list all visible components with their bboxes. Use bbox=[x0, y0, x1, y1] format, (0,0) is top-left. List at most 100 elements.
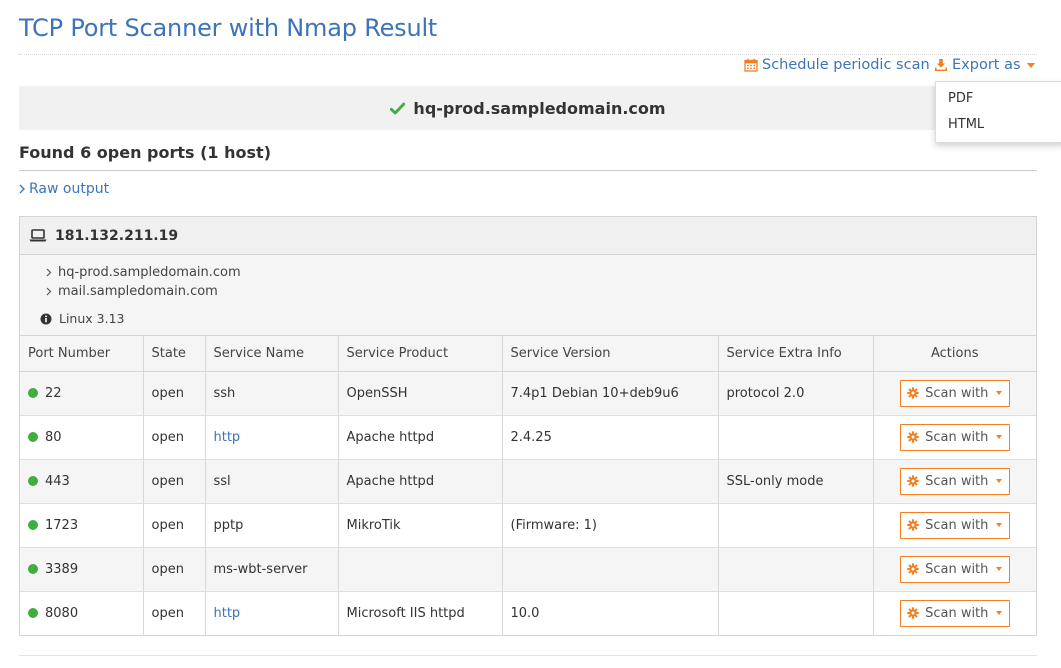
status-open-dot-icon bbox=[28, 476, 38, 486]
scan-with-button[interactable]: Scan with bbox=[899, 467, 1010, 495]
service-name-cell: ssl bbox=[205, 459, 339, 504]
page-title: TCP Port Scanner with Nmap Result bbox=[19, 14, 438, 42]
scan-with-button[interactable]: Scan with bbox=[899, 555, 1010, 583]
calendar-icon bbox=[744, 58, 758, 72]
scan-with-label: Scan with bbox=[925, 561, 989, 577]
table-row: 22 open ssh OpenSSH 7.4p1 Debian 10+deb9u6 pr… bbox=[20, 371, 1036, 416]
state-cell: open bbox=[143, 591, 206, 635]
table-row: 443 open ssl Apache httpd SSL-only mode Scan … bbox=[20, 459, 1036, 504]
chevron-right-icon bbox=[46, 287, 52, 296]
service-product-cell: Apache httpd bbox=[338, 459, 503, 504]
ports-table-body: 22 open ssh OpenSSH 7.4p1 Debian 10+deb9u6 pr… bbox=[20, 371, 1036, 635]
schedule-periodic-scan-link[interactable]: Schedule periodic scan bbox=[744, 57, 930, 73]
column-header-state[interactable]: State bbox=[143, 336, 206, 372]
gear-icon bbox=[907, 387, 919, 399]
service-name-cell: pptp bbox=[205, 503, 339, 548]
status-open-dot-icon bbox=[28, 388, 38, 398]
service-name: ssh bbox=[213, 385, 236, 401]
port-number-cell: 8080 bbox=[20, 591, 144, 635]
title-divider bbox=[19, 54, 1037, 55]
os-name: Linux 3.13 bbox=[59, 311, 125, 326]
service-name-cell: ms-wbt-server bbox=[205, 547, 339, 592]
export-as-dropdown[interactable]: Export as bbox=[934, 57, 1035, 73]
service-name[interactable]: http bbox=[214, 606, 241, 621]
actions-cell: Scan with bbox=[873, 459, 1036, 504]
host-ip-address: 181.132.211.19 bbox=[55, 227, 179, 244]
scan-with-label: Scan with bbox=[925, 517, 989, 533]
table-header-row: Port Number State Service Name Service P… bbox=[20, 336, 1036, 372]
scan-with-button[interactable]: Scan with bbox=[899, 423, 1010, 451]
port-number-cell: 3389 bbox=[20, 547, 144, 592]
table-row: 80 open http Apache httpd 2.4.25 Scan with bbox=[20, 415, 1036, 460]
scan-with-button[interactable]: Scan with bbox=[899, 511, 1010, 539]
raw-output-label: Raw output bbox=[29, 181, 110, 197]
caret-down-icon bbox=[996, 611, 1003, 616]
hostname-text: mail.sampledomain.com bbox=[58, 284, 218, 299]
download-icon bbox=[935, 59, 947, 71]
hostname-item: mail.sampledomain.com bbox=[46, 284, 218, 299]
scan-with-label: Scan with bbox=[925, 429, 989, 445]
status-open-dot-icon bbox=[28, 608, 38, 619]
column-header-service-extra-info[interactable]: Service Extra Info bbox=[718, 336, 874, 372]
export-menu-item-pdf[interactable]: PDF bbox=[936, 86, 1061, 112]
port-number: 80 bbox=[45, 429, 62, 445]
service-extra-info-cell: SSL-only mode bbox=[718, 459, 874, 504]
actions-cell: Scan with bbox=[873, 415, 1036, 460]
raw-output-toggle[interactable]: Raw output bbox=[19, 181, 109, 197]
hostname-text: hq-prod.sampledomain.com bbox=[58, 265, 241, 280]
port-number-cell: 80 bbox=[20, 415, 144, 460]
results-summary-heading: Found 6 open ports (1 host) bbox=[19, 143, 271, 162]
scan-with-button[interactable]: Scan with bbox=[899, 599, 1010, 627]
state-cell: open bbox=[143, 371, 206, 416]
service-product-cell: MikroTik bbox=[338, 503, 503, 548]
host-result-panel: 181.132.211.19 hq-prod.sampledomain.com … bbox=[19, 216, 1037, 636]
service-name[interactable]: http bbox=[214, 430, 241, 445]
column-header-service-name[interactable]: Service Name bbox=[205, 336, 339, 372]
port-number: 443 bbox=[45, 473, 70, 489]
service-name: pptp bbox=[213, 517, 244, 533]
check-icon bbox=[390, 102, 406, 114]
summary-divider bbox=[19, 170, 1037, 171]
export-menu-item-html[interactable]: HTML bbox=[936, 112, 1061, 138]
caret-down-icon bbox=[996, 479, 1003, 483]
actions-cell: Scan with bbox=[873, 371, 1036, 416]
target-status-bar: hq-prod.sampledomain.com bbox=[19, 86, 1037, 130]
service-extra-info-cell bbox=[718, 503, 874, 548]
ports-table: Port Number State Service Name Service P… bbox=[20, 336, 1036, 635]
service-extra-info-cell bbox=[718, 547, 874, 592]
scan-with-button[interactable]: Scan with bbox=[899, 379, 1010, 407]
state-cell: open bbox=[143, 547, 206, 592]
service-product-cell: OpenSSH bbox=[338, 371, 503, 416]
info-icon bbox=[40, 313, 52, 324]
column-header-actions: Actions bbox=[873, 336, 1036, 372]
column-header-service-product[interactable]: Service Product bbox=[338, 336, 503, 372]
state-cell: open bbox=[143, 503, 206, 548]
column-header-service-version[interactable]: Service Version bbox=[502, 336, 719, 372]
host-details: hq-prod.sampledomain.com mail.sampledoma… bbox=[20, 255, 1036, 336]
service-name: ssl bbox=[213, 473, 231, 489]
table-row: 1723 open pptp MikroTik (Firmware: 1) Scan wi… bbox=[20, 503, 1036, 548]
actions-cell: Scan with bbox=[873, 547, 1036, 592]
service-product-cell: Microsoft IIS httpd bbox=[338, 591, 503, 635]
service-product-cell: Apache httpd bbox=[338, 415, 503, 460]
port-number-cell: 443 bbox=[20, 459, 144, 504]
service-name-cell: ssh bbox=[205, 371, 339, 416]
status-open-dot-icon bbox=[28, 432, 38, 442]
scan-with-label: Scan with bbox=[925, 385, 989, 401]
service-extra-info-cell bbox=[718, 591, 874, 635]
port-number: 22 bbox=[45, 385, 62, 401]
port-number: 8080 bbox=[45, 605, 79, 621]
gear-icon bbox=[907, 563, 919, 575]
actions-cell: Scan with bbox=[873, 591, 1036, 635]
target-hostname: hq-prod.sampledomain.com bbox=[413, 98, 666, 118]
service-version-cell: (Firmware: 1) bbox=[502, 503, 719, 548]
gear-icon bbox=[907, 607, 919, 619]
column-header-port-number[interactable]: Port Number bbox=[20, 336, 144, 372]
port-number-cell: 22 bbox=[20, 371, 144, 416]
service-name-cell: http bbox=[205, 415, 339, 460]
os-info: Linux 3.13 bbox=[40, 311, 125, 326]
service-version-cell bbox=[502, 547, 719, 592]
service-extra-info-cell: protocol 2.0 bbox=[718, 371, 874, 416]
service-version-cell: 10.0 bbox=[502, 591, 719, 635]
laptop-icon bbox=[29, 229, 47, 242]
